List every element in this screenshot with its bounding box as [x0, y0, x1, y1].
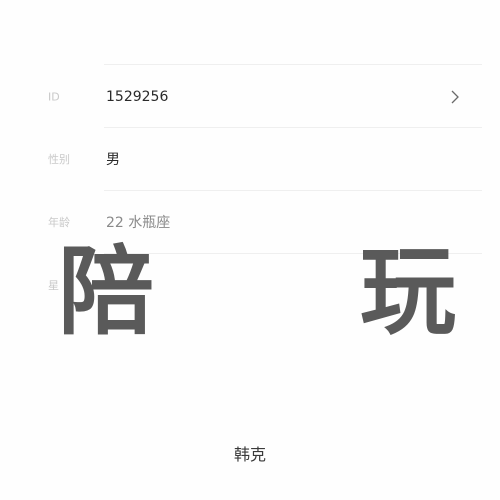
profile-name: 韩克 — [233, 445, 266, 464]
row-label-id: ID — [48, 90, 60, 104]
row-value-age: 22 水瓶座 — [106, 215, 171, 231]
row-label-age: 年龄 — [48, 216, 70, 229]
chevron-right-icon[interactable] — [448, 90, 462, 104]
row-value-gender: 男 — [106, 152, 120, 168]
divider — [104, 64, 482, 65]
row-value-id: 1529256 — [106, 89, 169, 105]
row-label-gender: 性别 — [48, 153, 70, 166]
profile-row-gender: 性别 男 — [0, 128, 500, 190]
overlay-char-right: 玩 — [360, 236, 456, 348]
profile-row-id[interactable]: ID 1529256 — [0, 66, 500, 128]
profile-screen: ID 1529256 性别 男 年龄 22 水瓶座 星 陪 玩 韩克 — [0, 0, 500, 500]
overlay-char-left: 陪 — [58, 236, 154, 348]
